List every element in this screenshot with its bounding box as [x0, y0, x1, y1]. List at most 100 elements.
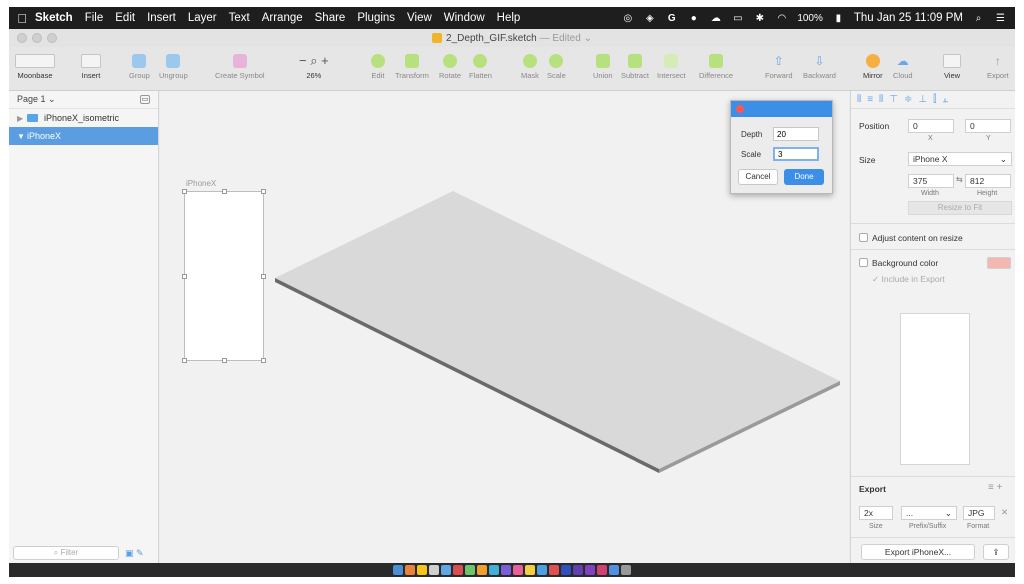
- app-icon[interactable]: [549, 565, 559, 575]
- background-color-swatch[interactable]: [987, 257, 1011, 269]
- menu-plugins[interactable]: Plugins: [357, 12, 395, 24]
- menu-edit[interactable]: Edit: [115, 12, 135, 24]
- export-format-select[interactable]: JPG: [963, 506, 995, 520]
- mask-tool[interactable]: Mask: [521, 51, 539, 80]
- menu-view[interactable]: View: [407, 12, 432, 24]
- add-page-icon[interactable]: ▭: [140, 95, 150, 104]
- photoshop-icon[interactable]: [561, 565, 571, 575]
- sketch-app-icon[interactable]: [417, 565, 427, 575]
- intersect-tool[interactable]: Intersect: [657, 51, 686, 80]
- union-tool[interactable]: Union: [593, 51, 613, 80]
- filter-input[interactable]: ⌕ Filter: [13, 546, 119, 560]
- filter-options-icon[interactable]: ▣ ✎: [125, 548, 144, 559]
- insert-tool[interactable]: Insert: [81, 51, 101, 80]
- align-right-icon[interactable]: ⫴: [879, 94, 883, 105]
- distribute-h-icon[interactable]: ⫿: [933, 94, 936, 105]
- close-button[interactable]: [17, 33, 27, 43]
- chrome-icon[interactable]: [405, 565, 415, 575]
- layer-row[interactable]: ▶ iPhoneX_isometric: [9, 109, 158, 127]
- page-selector[interactable]: Page 1 ⌄ ▭: [9, 91, 158, 109]
- notification-center-icon[interactable]: ☰: [994, 13, 1007, 24]
- app-menu[interactable]: Sketch: [35, 12, 73, 24]
- menu-insert[interactable]: Insert: [147, 12, 176, 24]
- align-bottom-icon[interactable]: ⊥: [918, 94, 927, 105]
- align-middle-icon[interactable]: ≑: [904, 94, 912, 105]
- cloud-icon[interactable]: ☁: [709, 13, 722, 24]
- depth-input[interactable]: [773, 127, 819, 141]
- battery-percent[interactable]: 100%: [797, 13, 823, 24]
- view-tool[interactable]: View: [943, 51, 961, 80]
- disclosure-collapsed-icon[interactable]: ▶: [17, 114, 27, 123]
- grammarly-icon[interactable]: G: [665, 13, 678, 24]
- background-color-checkbox[interactable]: [859, 258, 868, 267]
- mirror-tool[interactable]: Mirror: [863, 51, 883, 80]
- airplay-icon[interactable]: ▭: [731, 13, 744, 24]
- include-in-export-option[interactable]: ✓ Include in Export: [872, 274, 945, 285]
- menu-help[interactable]: Help: [497, 12, 521, 24]
- export-tool[interactable]: ↑ Export: [987, 51, 1009, 80]
- align-left-icon[interactable]: ⫴: [857, 94, 861, 105]
- transform-tool[interactable]: Transform: [395, 51, 429, 80]
- distribute-v-icon[interactable]: ⫠: [942, 94, 948, 105]
- done-button[interactable]: Done: [784, 169, 824, 185]
- screen-record-icon[interactable]: ◎: [621, 13, 634, 24]
- zoom-tool[interactable]: − ⌕ + 26%: [299, 51, 329, 80]
- subtract-tool[interactable]: Subtract: [621, 51, 649, 80]
- share-export-icon[interactable]: ⇪: [983, 544, 1009, 560]
- app-icon[interactable]: [465, 565, 475, 575]
- premiere-icon[interactable]: [585, 565, 595, 575]
- backward-tool[interactable]: ⇩ Backward: [803, 51, 836, 80]
- app-icon[interactable]: [537, 565, 547, 575]
- width-field[interactable]: 375: [908, 174, 954, 188]
- app-icon[interactable]: [477, 565, 487, 575]
- align-center-icon[interactable]: ≡: [867, 94, 873, 105]
- app-icon[interactable]: [501, 565, 511, 575]
- menu-arrange[interactable]: Arrange: [262, 12, 303, 24]
- app-icon[interactable]: [525, 565, 535, 575]
- export-options-icon[interactable]: ≡ +: [988, 482, 1002, 493]
- disclosure-expanded-icon[interactable]: ▼: [17, 132, 27, 141]
- ungroup-tool[interactable]: Ungroup: [159, 51, 188, 80]
- difference-tool[interactable]: Difference: [699, 51, 733, 80]
- rotate-tool[interactable]: Rotate: [439, 51, 461, 80]
- export-scale-field[interactable]: 2x: [859, 506, 893, 520]
- edit-tool[interactable]: Edit: [371, 51, 385, 80]
- menu-layer[interactable]: Layer: [188, 12, 217, 24]
- create-symbol-tool[interactable]: Create Symbol: [215, 51, 265, 80]
- app-icon[interactable]: [429, 565, 439, 575]
- edited-status[interactable]: — Edited ⌄: [540, 33, 592, 44]
- bluetooth-icon[interactable]: ✱: [753, 13, 766, 24]
- moonbase-tool[interactable]: Moonbase: [15, 51, 55, 80]
- apple-icon[interactable]: : [9, 11, 35, 26]
- app-icon[interactable]: [453, 565, 463, 575]
- size-preset-select[interactable]: iPhone X ⌄: [908, 152, 1012, 166]
- forward-tool[interactable]: ⇧ Forward: [765, 51, 793, 80]
- slab-top-face[interactable]: [275, 191, 840, 469]
- cloud-tool[interactable]: ☁ Cloud: [893, 51, 913, 80]
- flatten-tool[interactable]: Flatten: [469, 51, 492, 80]
- app-icon[interactable]: [609, 565, 619, 575]
- dropbox-icon[interactable]: ◈: [643, 13, 656, 24]
- remove-export-icon[interactable]: ✕: [1001, 507, 1008, 518]
- menu-file[interactable]: File: [85, 12, 104, 24]
- trash-icon[interactable]: [621, 565, 631, 575]
- minimize-button[interactable]: [32, 33, 42, 43]
- app-icon[interactable]: [597, 565, 607, 575]
- align-top-icon[interactable]: ⊤: [889, 94, 898, 105]
- group-tool[interactable]: Group: [129, 51, 150, 80]
- layer-row-selected[interactable]: ▼ iPhoneX: [9, 127, 158, 145]
- spotlight-icon[interactable]: ⌕: [972, 13, 985, 24]
- menu-window[interactable]: Window: [444, 12, 485, 24]
- app-icon[interactable]: [441, 565, 451, 575]
- export-artboard-button[interactable]: Export iPhoneX...: [861, 544, 975, 560]
- scale-input[interactable]: [773, 147, 819, 161]
- wifi-icon[interactable]: ◠: [775, 13, 788, 24]
- menu-text[interactable]: Text: [229, 12, 250, 24]
- app-icon[interactable]: [489, 565, 499, 575]
- app-status-icon[interactable]: ●: [687, 13, 700, 24]
- position-y-field[interactable]: 0: [965, 119, 1011, 133]
- clock[interactable]: Thu Jan 25 11:09 PM: [854, 12, 963, 24]
- adjust-content-checkbox[interactable]: [859, 233, 868, 242]
- position-x-field[interactable]: 0: [908, 119, 954, 133]
- export-prefix-field[interactable]: ... ⌄: [901, 506, 957, 520]
